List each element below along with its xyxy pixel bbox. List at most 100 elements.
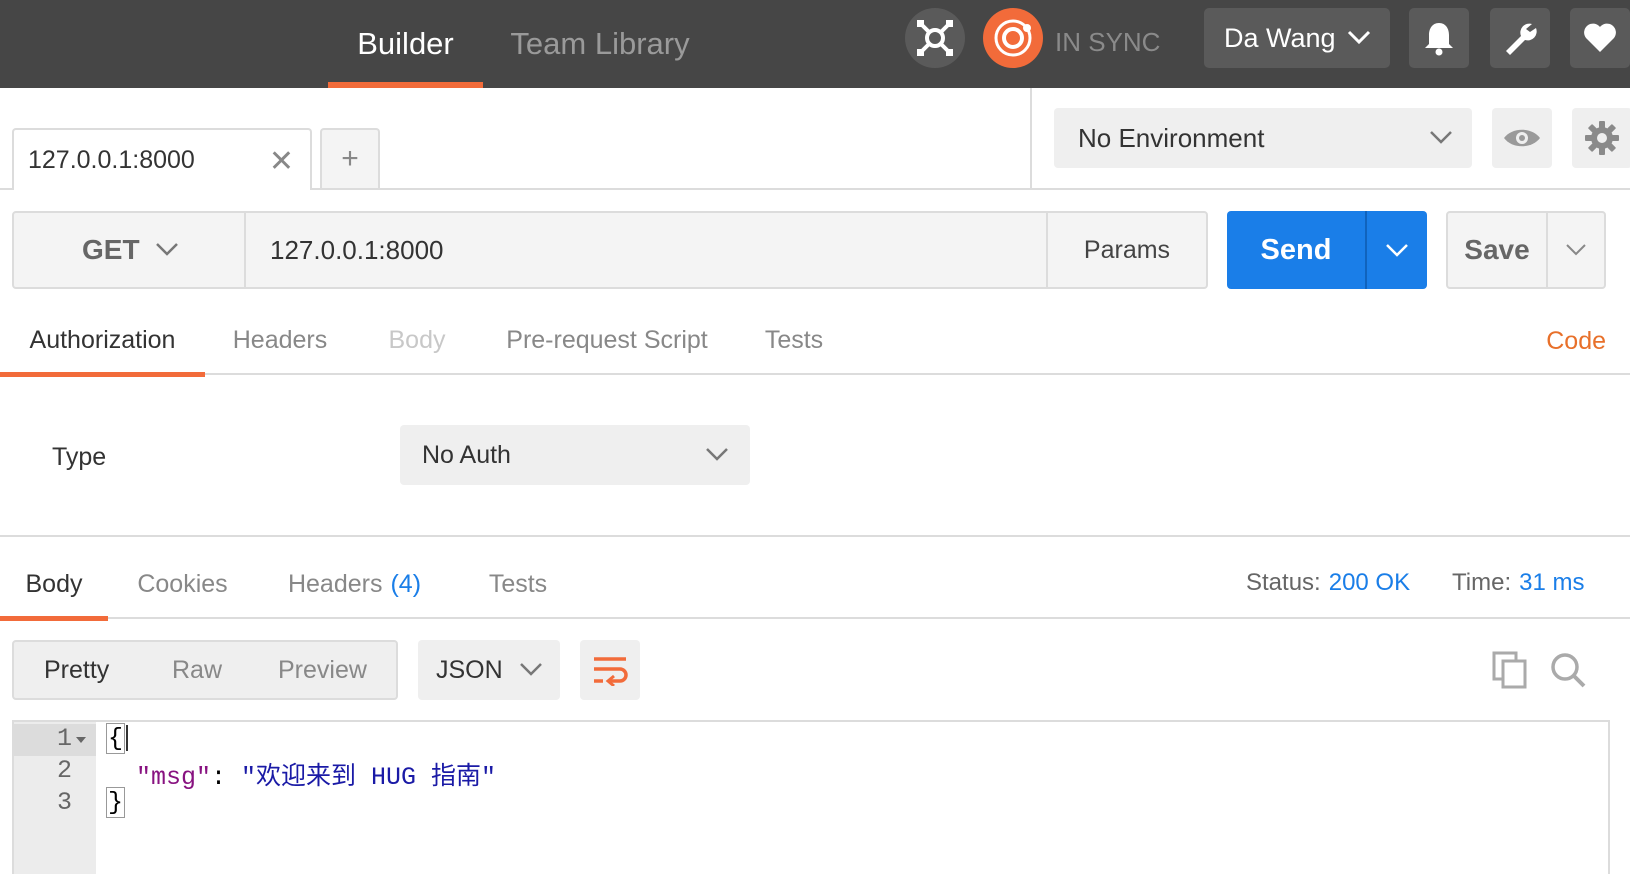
params-label: Params xyxy=(1083,235,1171,264)
status-value: 200 OK xyxy=(1328,569,1411,596)
request-tab-strip: 127.0.0.1:8000 ✕ + xyxy=(0,88,1030,190)
response-tabs: Body Cookies Headers (4) Tests Status: 20… xyxy=(0,549,1630,621)
tab-response-body-label: Body xyxy=(25,569,83,598)
status-label: Status: xyxy=(1246,569,1321,596)
line-gutter: 1 2 3 xyxy=(14,722,96,874)
tab-response-headers[interactable]: Headers (4) xyxy=(282,549,427,619)
fold-arrow-icon[interactable] xyxy=(76,737,86,743)
view-mode-raw-label: Raw xyxy=(172,655,223,684)
time-label: Time: xyxy=(1452,569,1512,596)
code-line: } xyxy=(106,787,126,818)
tab-tests[interactable]: Tests xyxy=(752,305,836,375)
heart-icon[interactable] xyxy=(1570,8,1630,68)
format-select[interactable]: JSON xyxy=(418,640,560,700)
send-options-button[interactable] xyxy=(1365,211,1427,289)
view-mode-selector: Pretty Raw Preview xyxy=(12,640,398,700)
tab-cookies-label: Cookies xyxy=(137,569,228,598)
method-select[interactable]: GET xyxy=(14,213,246,287)
chevron-down-icon xyxy=(1347,30,1371,45)
tab-response-tests[interactable]: Tests xyxy=(478,549,558,619)
tab-headers-label: Headers xyxy=(232,325,328,354)
tab-body[interactable]: Body xyxy=(372,305,462,375)
chevron-down-icon xyxy=(520,663,542,676)
save-options-button[interactable] xyxy=(1546,213,1604,287)
json-key: "msg" xyxy=(136,763,212,792)
line-number: 2 xyxy=(56,756,72,785)
top-bar: Builder Team Library IN SYNC Da Wang xyxy=(0,0,1630,88)
tab-authorization[interactable]: Authorization xyxy=(0,305,205,377)
tab-builder[interactable]: Builder xyxy=(328,0,483,88)
tab-headers[interactable]: Headers xyxy=(224,305,336,375)
tab-team-library[interactable]: Team Library xyxy=(500,0,700,88)
save-button[interactable]: Save xyxy=(1446,211,1606,289)
tab-cookies[interactable]: Cookies xyxy=(130,549,235,619)
auth-type-label: Type xyxy=(52,443,107,471)
tab-authorization-label: Authorization xyxy=(29,325,176,354)
environment-select-value: No Environment xyxy=(1078,122,1265,153)
headers-count: (4) xyxy=(390,569,422,598)
line-number: 3 xyxy=(56,788,72,817)
interceptor-icon[interactable] xyxy=(905,8,965,68)
chevron-down-icon xyxy=(706,448,728,461)
tab-response-body[interactable]: Body xyxy=(0,549,108,621)
wrap-lines-icon[interactable] xyxy=(580,640,640,700)
view-mode-pretty[interactable]: Pretty xyxy=(44,642,109,698)
chevron-down-icon xyxy=(1386,244,1408,257)
params-button[interactable]: Params xyxy=(1046,213,1206,287)
bell-icon[interactable] xyxy=(1409,8,1469,68)
tab-builder-label: Builder xyxy=(357,26,454,61)
authorization-panel: Type No Auth xyxy=(0,377,1630,537)
request-section-tabs: Authorization Headers Body Pre-request S… xyxy=(0,305,1630,377)
time-value: 31 ms xyxy=(1519,569,1585,596)
tab-pre-request-script[interactable]: Pre-request Script xyxy=(492,305,722,375)
auth-type-value: No Auth xyxy=(422,440,511,469)
code-line: "msg": "欢迎来到 HUG 指南" xyxy=(106,756,496,792)
user-menu-button[interactable]: Da Wang xyxy=(1204,8,1390,68)
tab-pre-request-script-label: Pre-request Script xyxy=(506,325,708,354)
line-number: 1 xyxy=(56,724,72,753)
gear-icon[interactable] xyxy=(1572,108,1630,168)
tab-body-label: Body xyxy=(388,325,446,354)
auth-type-select[interactable]: No Auth xyxy=(400,425,750,485)
user-name: Da Wang xyxy=(1224,22,1336,53)
close-icon[interactable]: ✕ xyxy=(269,144,294,179)
code-text: } xyxy=(106,787,126,818)
search-icon[interactable] xyxy=(1548,650,1588,690)
sync-icon[interactable] xyxy=(983,8,1043,68)
method-value: GET xyxy=(82,234,140,265)
view-mode-raw[interactable]: Raw xyxy=(172,642,222,698)
url-input[interactable] xyxy=(248,213,1046,287)
send-label: Send xyxy=(1260,233,1332,266)
view-mode-pretty-label: Pretty xyxy=(44,655,110,684)
request-tab-label: 127.0.0.1:8000 xyxy=(28,145,195,174)
plus-icon: + xyxy=(341,142,359,175)
response-status: Status: 200 OK xyxy=(1246,569,1410,597)
json-separator: : xyxy=(211,763,242,792)
json-value: "欢迎来到 HUG 指南" xyxy=(241,763,497,792)
eye-icon[interactable] xyxy=(1492,108,1552,168)
code-text: { xyxy=(106,723,126,754)
sync-status: IN SYNC xyxy=(1055,26,1161,57)
environment-select[interactable]: No Environment xyxy=(1054,108,1472,168)
tab-team-library-label: Team Library xyxy=(510,26,690,61)
code-line: { xyxy=(106,723,129,754)
response-body-editor[interactable]: 1 2 3 { "msg": "欢迎来到 HUG 指南" } xyxy=(12,720,1610,874)
response-time: Time: 31 ms xyxy=(1452,569,1584,597)
send-button[interactable]: Send xyxy=(1227,211,1427,289)
chevron-down-icon xyxy=(1430,131,1452,144)
code-link[interactable]: Code xyxy=(1546,327,1606,356)
new-tab-button[interactable]: + xyxy=(320,128,380,188)
url-bar: GET Params xyxy=(12,211,1208,289)
wrench-icon[interactable] xyxy=(1490,8,1550,68)
tab-response-tests-label: Tests xyxy=(488,569,548,598)
tab-response-headers-label: Headers xyxy=(287,569,383,598)
save-label: Save xyxy=(1464,234,1530,265)
copy-icon[interactable] xyxy=(1490,650,1530,690)
view-mode-preview-label: Preview xyxy=(278,655,367,684)
request-tab[interactable]: 127.0.0.1:8000 ✕ xyxy=(12,128,312,190)
tab-tests-label: Tests xyxy=(764,325,824,354)
environment-panel: No Environment xyxy=(1030,88,1630,190)
text-cursor xyxy=(126,725,129,752)
format-value: JSON xyxy=(436,655,503,684)
view-mode-preview[interactable]: Preview xyxy=(278,642,367,698)
